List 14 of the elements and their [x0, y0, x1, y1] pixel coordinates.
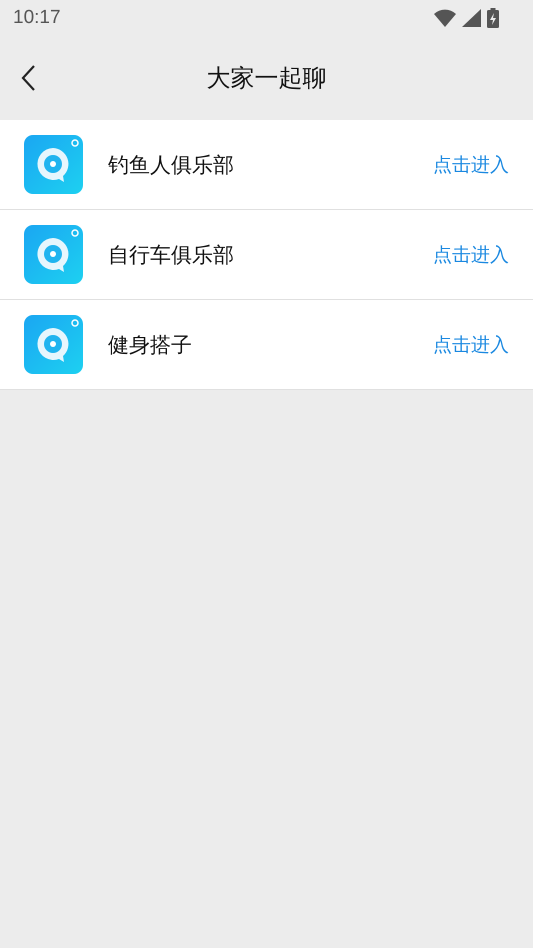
status-time: 10:17: [13, 7, 61, 29]
group-name: 自行车俱乐部: [108, 242, 235, 268]
page-title: 大家一起聊: [206, 63, 326, 94]
chat-app-icon: [24, 225, 83, 284]
enter-link[interactable]: 点击进入: [433, 242, 509, 268]
group-name: 健身搭子: [108, 332, 193, 358]
chat-app-icon: [24, 135, 83, 194]
enter-link[interactable]: 点击进入: [433, 152, 509, 178]
battery-charging-icon: [487, 8, 499, 28]
signal-icon: [462, 9, 481, 27]
wifi-icon: [434, 9, 456, 27]
group-name: 钓鱼人俱乐部: [108, 152, 235, 178]
enter-link[interactable]: 点击进入: [433, 332, 509, 358]
chat-app-icon: [24, 315, 83, 374]
